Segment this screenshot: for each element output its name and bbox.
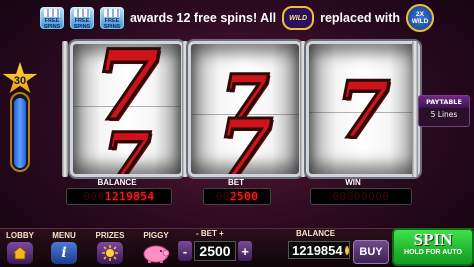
wild-icon: WILD	[282, 6, 315, 30]
balance-header: BALANCE	[296, 229, 336, 238]
lobby-button[interactable]: LOBBY	[4, 229, 36, 264]
level-progress-fill	[14, 98, 26, 168]
reel-3: 7	[306, 41, 420, 177]
free-spins-badge-text: FREE SPINS	[103, 18, 121, 30]
piggy-button[interactable]: PIGGY	[136, 229, 176, 264]
bet-header: - BET +	[196, 229, 224, 238]
win-label: WIN	[345, 178, 361, 187]
balance-label: BALANCE	[97, 178, 137, 187]
reel-2: 7 7	[188, 41, 302, 177]
free-spins-icon: FREE SPINS	[39, 7, 64, 30]
balance-value: 1219854	[292, 242, 343, 258]
piggy-bank-icon	[138, 242, 174, 264]
spin-label: SPIN	[413, 230, 453, 249]
balance-display: 1219854	[288, 241, 350, 259]
balance-led: 000 1219854	[66, 188, 172, 205]
level-progress-bar	[10, 92, 30, 172]
menu-button[interactable]: MENU i	[48, 229, 80, 264]
free-spins-badge-text: FREE SPINS	[73, 18, 91, 30]
spin-button[interactable]: SPIN HOLD FOR AUTO	[392, 228, 474, 266]
sun-prize-icon	[97, 242, 123, 264]
wild-2x-bottom: WILD	[411, 18, 429, 25]
bet-control: - 2500 +	[178, 240, 252, 262]
menu-label: MENU	[52, 231, 76, 240]
wild-2x-icon: 2X WILD	[406, 4, 434, 32]
level-star-icon[interactable]: 30	[2, 62, 38, 93]
prizes-button[interactable]: PRIZES	[92, 229, 128, 264]
banner-message-part1: awards 12 free spins! All	[129, 11, 277, 25]
bet-led-leading: 00	[215, 190, 230, 203]
bet-decrease-button[interactable]: -	[178, 241, 192, 261]
free-spins-badge-text: FREE SPINS	[43, 18, 61, 30]
paytable-panel: PAYTABLE 5 Lines	[418, 95, 470, 127]
bet-label: BET	[228, 178, 244, 187]
free-spins-icon: FREE SPINS	[69, 7, 94, 30]
piggy-label: PIGGY	[143, 231, 169, 240]
banner-message-part2: replaced with	[320, 11, 400, 25]
bet-increase-button[interactable]: +	[238, 241, 252, 261]
spin-hold-hint: HOLD FOR AUTO	[404, 249, 462, 256]
wild-2x-top: 2X	[416, 11, 424, 18]
seven-symbol: 7	[101, 117, 153, 177]
home-icon	[7, 242, 33, 264]
reel-1: 7 7	[70, 41, 184, 177]
feature-banner: FREE SPINS FREE SPINS FREE SPINS awards …	[0, 0, 474, 36]
balance-led-value: 1219854	[104, 190, 155, 203]
bet-led: 00 2500	[203, 188, 271, 205]
balance-led-leading: 000	[83, 190, 105, 203]
reel-rail	[62, 41, 68, 177]
seven-symbol: 7	[334, 65, 391, 156]
bet-value: 2500	[194, 241, 236, 261]
seven-symbol: 7	[216, 101, 275, 177]
lobby-label: LOBBY	[6, 231, 34, 240]
free-spins-icon: FREE SPINS	[99, 7, 124, 30]
lines-count: 5 Lines	[430, 110, 458, 119]
info-icon: i	[51, 242, 77, 264]
buy-button[interactable]: BUY	[353, 240, 389, 264]
prizes-label: PRIZES	[95, 231, 125, 240]
win-led-value: 00000000	[332, 190, 390, 203]
coin-icon	[344, 245, 349, 255]
win-led: 00000000	[310, 188, 412, 205]
paytable-button[interactable]: PAYTABLE	[419, 96, 469, 108]
level-number: 30	[13, 75, 27, 87]
bet-led-value: 2500	[229, 190, 259, 203]
